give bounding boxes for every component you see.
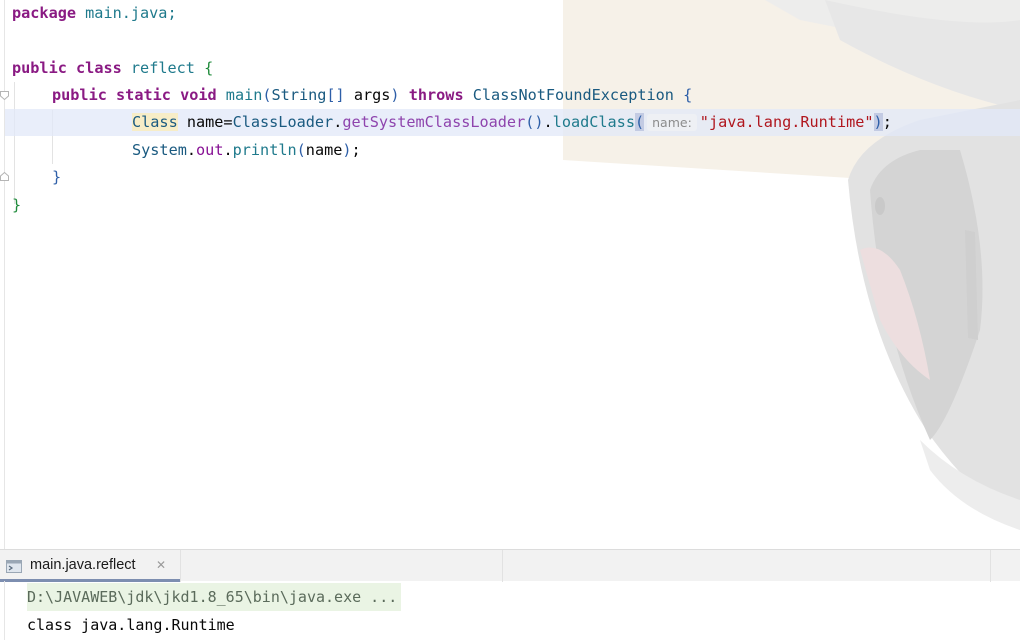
method-call: println bbox=[232, 141, 297, 159]
run-tab-label: main.java.reflect bbox=[30, 557, 136, 573]
editor-gutter-border bbox=[4, 0, 5, 549]
indent-guide bbox=[14, 82, 15, 204]
console-output-line[interactable]: class java.lang.Runtime bbox=[27, 611, 235, 639]
tab-divider bbox=[180, 550, 181, 582]
run-tool-window: main.java.reflect ✕ D:\JAVAWEB\jdk\jkd1.… bbox=[0, 549, 1020, 640]
fold-marker-icon[interactable] bbox=[0, 172, 9, 181]
keyword: class bbox=[76, 59, 122, 77]
tab-divider bbox=[502, 550, 503, 582]
type-name: ClassLoader bbox=[232, 113, 334, 131]
method-call: loadClass bbox=[552, 113, 635, 131]
code-line[interactable]: System.out.println(name); bbox=[132, 137, 361, 164]
code-line[interactable]: public class reflect { bbox=[12, 55, 213, 82]
type-name: Class bbox=[132, 113, 178, 131]
paren: ( bbox=[262, 86, 272, 104]
array-brackets: [] bbox=[326, 86, 345, 104]
brace: } bbox=[12, 196, 22, 214]
code-line[interactable]: package main.java; bbox=[12, 0, 177, 27]
field-name: out bbox=[196, 141, 224, 159]
string-literal: "java.lang.Runtime" bbox=[699, 113, 874, 131]
keyword: package bbox=[12, 4, 77, 22]
method-call: getSystemClassLoader bbox=[342, 113, 526, 131]
package-name: main.java; bbox=[76, 4, 177, 22]
keyword: static bbox=[116, 86, 171, 104]
run-tab[interactable]: main.java.reflect ✕ bbox=[0, 550, 180, 582]
brace: { bbox=[683, 86, 693, 104]
brace: { bbox=[204, 59, 214, 77]
paren: ) bbox=[342, 141, 352, 159]
code-editor[interactable]: package main.java; public class reflect … bbox=[0, 0, 1020, 549]
code-line[interactable]: } bbox=[12, 192, 21, 219]
console-gutter bbox=[4, 581, 5, 640]
code-line[interactable]: public static void main(String[] args) t… bbox=[52, 82, 692, 109]
paren: ( bbox=[634, 113, 645, 131]
dot: . bbox=[543, 113, 553, 131]
tab-divider bbox=[990, 550, 991, 582]
paren: ) bbox=[390, 86, 400, 104]
type-name: System bbox=[132, 141, 187, 159]
paren: () bbox=[525, 113, 544, 131]
console-output[interactable]: D:\JAVAWEB\jdk\jkd1.8_65\bin\java.exe ..… bbox=[0, 581, 1020, 640]
console-command-line[interactable]: D:\JAVAWEB\jdk\jkd1.8_65\bin\java.exe ..… bbox=[27, 583, 402, 611]
keyword: public bbox=[52, 86, 107, 104]
method-name: main bbox=[225, 86, 263, 104]
parameter-name: args bbox=[344, 86, 391, 104]
dot: . bbox=[186, 141, 197, 159]
dot: . bbox=[333, 113, 343, 131]
run-tab-bar: main.java.reflect ✕ bbox=[0, 549, 1020, 582]
fold-marker-icon[interactable] bbox=[0, 91, 9, 100]
argument: name bbox=[305, 141, 343, 159]
semicolon: ; bbox=[351, 141, 361, 159]
brace: } bbox=[52, 168, 62, 186]
exception-type: ClassNotFoundException bbox=[472, 86, 674, 104]
type-name: String bbox=[271, 86, 327, 104]
code-line[interactable]: } bbox=[52, 164, 61, 191]
keyword: throws bbox=[408, 86, 464, 104]
keyword: void bbox=[180, 86, 217, 104]
paren: ( bbox=[296, 141, 306, 159]
variable-assignment: name= bbox=[177, 113, 233, 131]
keyword: public bbox=[12, 59, 67, 77]
dot: . bbox=[223, 141, 233, 159]
console-icon bbox=[6, 560, 22, 573]
semicolon: ; bbox=[882, 113, 892, 131]
paren: ) bbox=[873, 113, 883, 131]
class-name: reflect bbox=[130, 59, 195, 77]
parameter-hint: name: bbox=[647, 114, 697, 131]
code-line[interactable]: Class name=ClassLoader.getSystemClassLoa… bbox=[132, 109, 892, 136]
close-icon[interactable]: ✕ bbox=[156, 558, 166, 572]
